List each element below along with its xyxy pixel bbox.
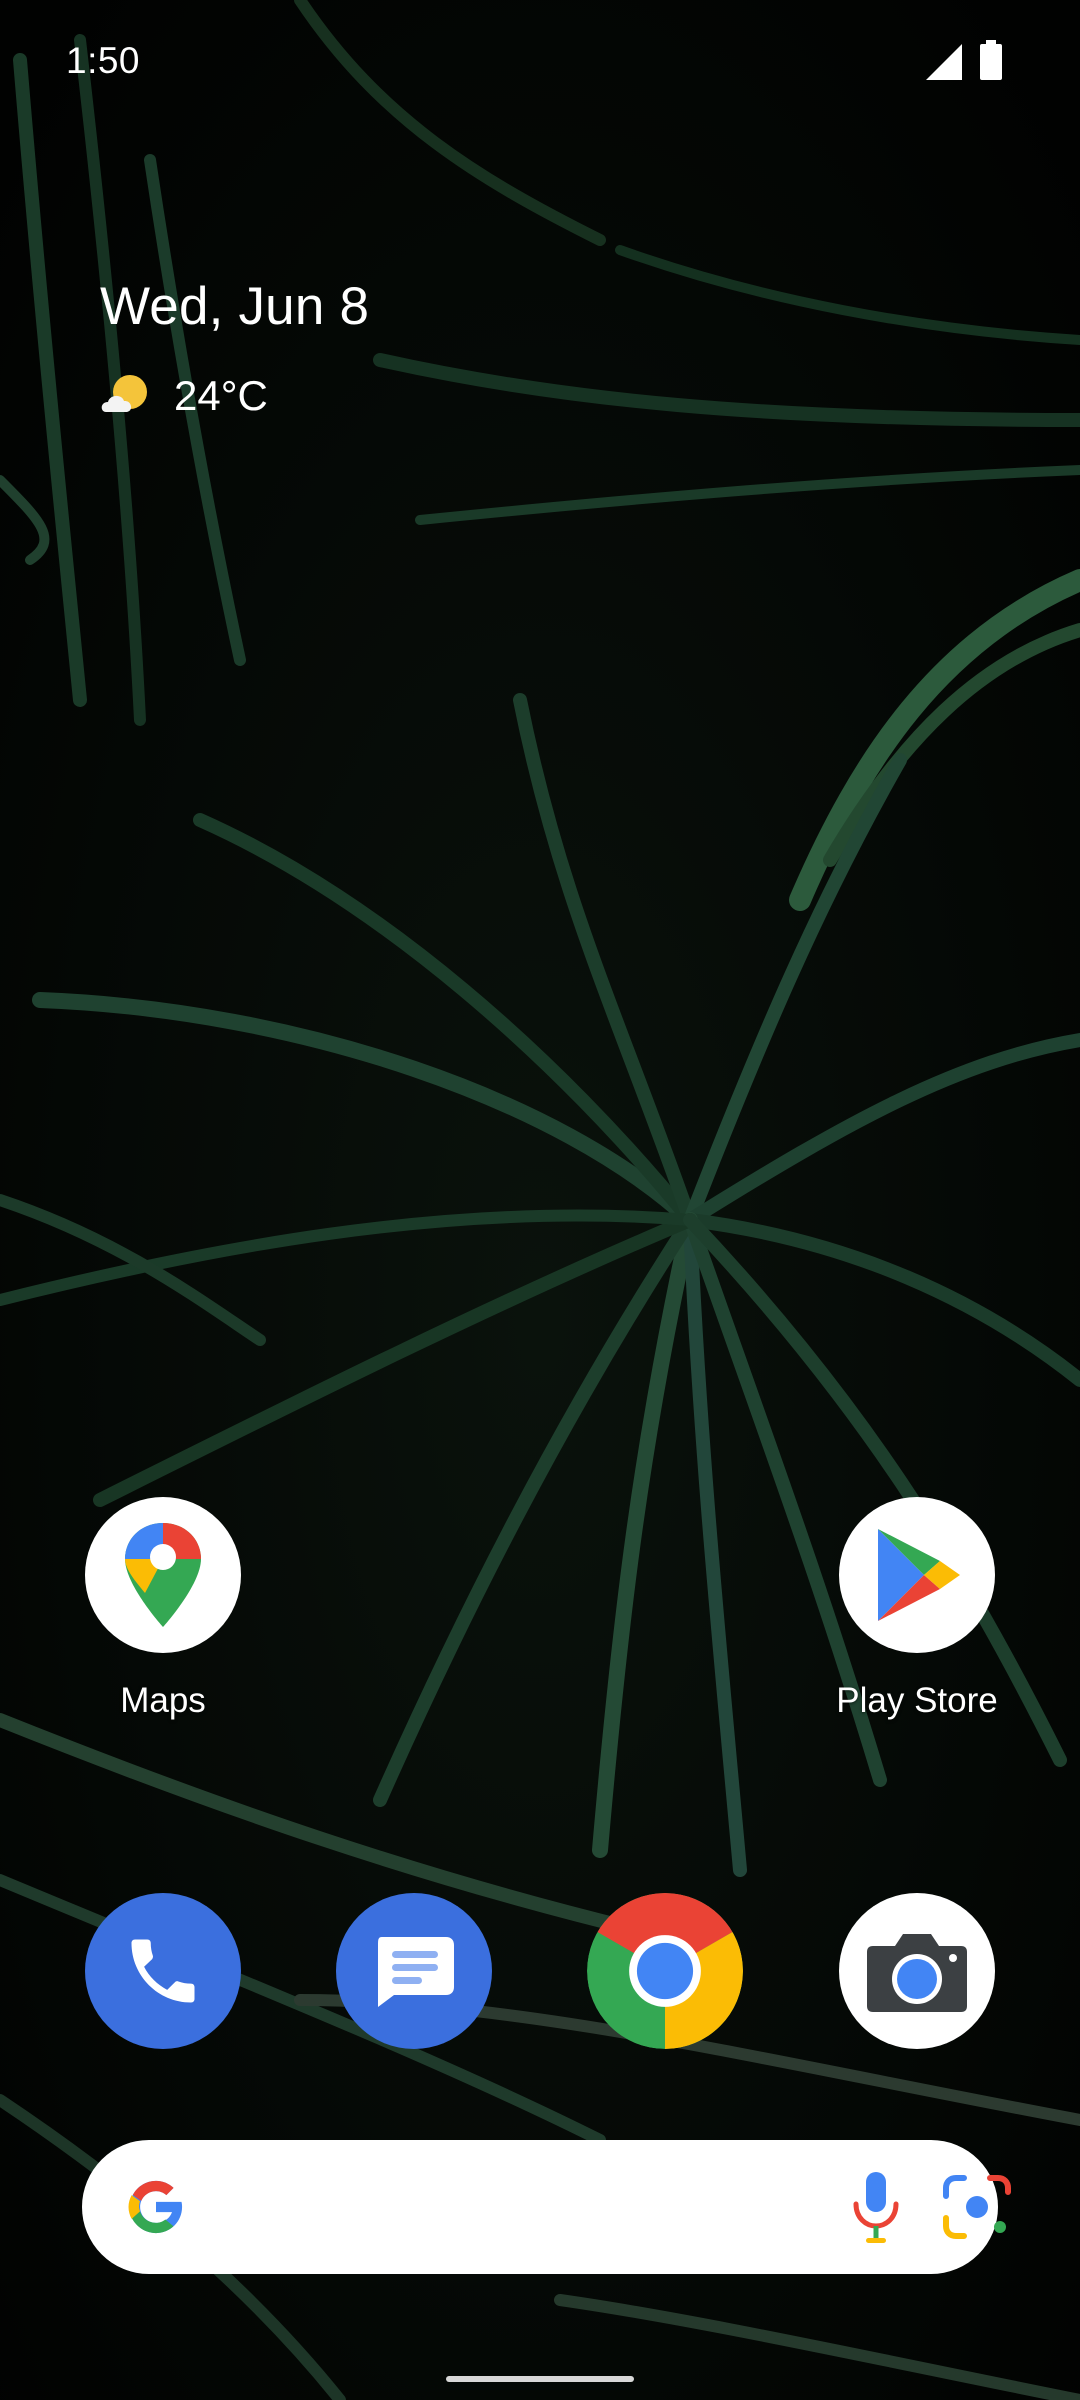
mic-icon[interactable] [848,2170,904,2246]
cellular-signal-icon [926,44,962,80]
camera-icon [839,1893,995,2049]
chrome-icon [587,1893,743,2049]
dock-messages[interactable] [324,1893,504,2049]
play-store-icon [839,1497,995,1653]
battery-icon [980,40,1002,80]
widget-temperature: 24°C [174,372,268,419]
partly-cloudy-icon [101,375,147,412]
google-logo-icon[interactable] [122,2173,190,2241]
app-label-maps: Maps [120,1681,206,1720]
widget-weather[interactable]: 24°C [100,368,360,420]
gesture-nav-handle[interactable] [446,2376,634,2382]
dock-chrome[interactable] [575,1893,755,2049]
google-search-bar[interactable] [82,2140,1011,2274]
dock-camera[interactable] [827,1893,1007,2049]
dock-phone[interactable] [73,1893,253,2049]
app-play-store[interactable]: Play Store [827,1497,1007,1721]
status-bar: 1:50 [0,0,1080,120]
phone-icon [85,1893,241,2049]
app-maps[interactable]: Maps [73,1497,253,1721]
maps-icon [85,1497,241,1653]
status-clock: 1:50 [66,40,141,81]
at-a-glance-widget[interactable]: Wed, Jun 8 24°C [100,276,369,419]
widget-date[interactable]: Wed, Jun 8 [100,276,369,337]
app-label-play-store: Play Store [836,1681,998,1720]
lens-icon[interactable] [942,2174,1012,2240]
messages-icon [336,1893,492,2049]
